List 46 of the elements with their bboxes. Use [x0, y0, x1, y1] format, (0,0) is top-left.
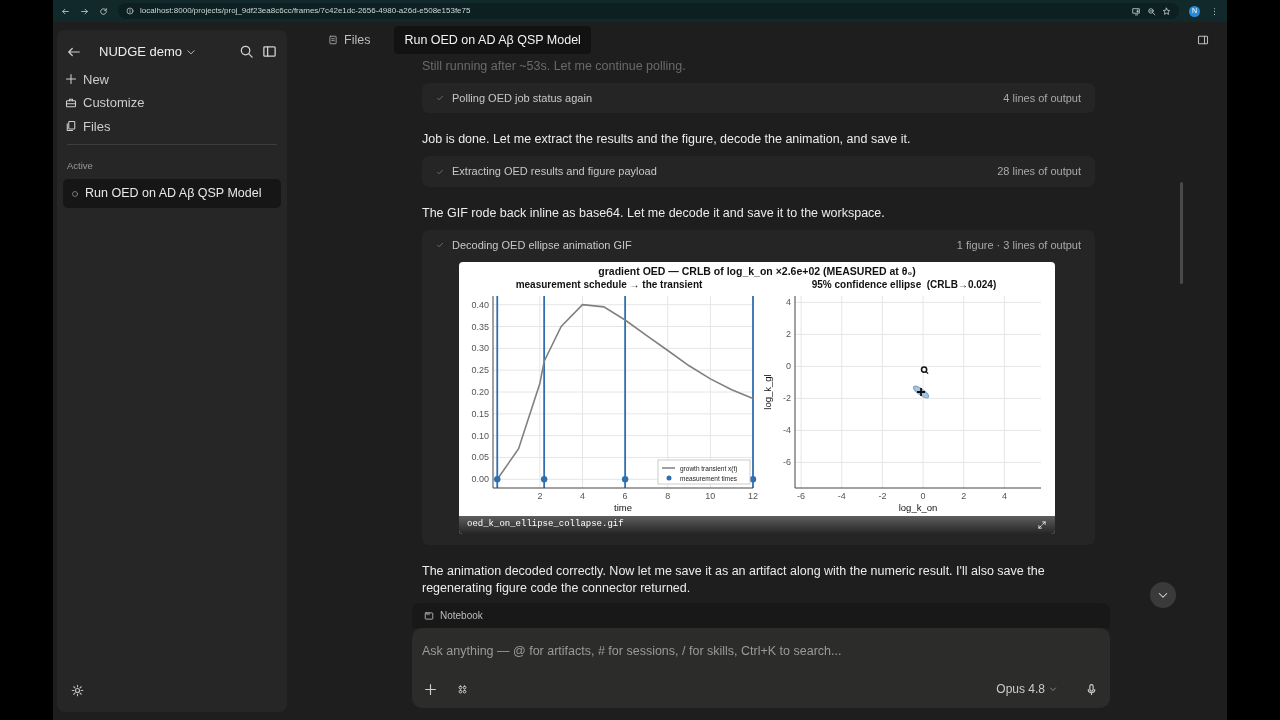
- file-name: oed_k_on_ellipse_collapse.gif: [467, 518, 624, 532]
- tick-label: 4: [786, 297, 791, 308]
- tick-label: 0.15: [471, 409, 489, 419]
- section-label: Active: [66, 159, 94, 173]
- tick-label: 0.40: [471, 299, 489, 310]
- tick-label: -2: [783, 393, 791, 404]
- message-text: The animation decoded correctly. Now let me save it as an artifact along with the numeric result. I'll also save the regenerating figure code the connector returned.: [422, 563, 1046, 597]
- tick-label: 10: [705, 491, 716, 502]
- chart-title: measurement schedule → the transient: [514, 278, 704, 293]
- tick-label: -4: [783, 425, 791, 436]
- tick-label: 8: [665, 491, 671, 502]
- message-text: Job is done. Let me extract the results and the figure, decode the animation, and save it.: [422, 131, 912, 149]
- url-text: localhost:8000/projects/proj_9df23ea8c6cc/frames/7c42e1dc-2656-4980-a26d-e508e153fe75: [140, 5, 471, 17]
- tick-label: 12: [748, 491, 758, 502]
- axis-label: time: [614, 502, 632, 514]
- tick-label: 0.05: [471, 452, 489, 463]
- tool-call-label: Extracting OED results and figure payload: [452, 164, 657, 180]
- tool-call-label: Decoding OED ellipse animation GIF: [452, 237, 632, 253]
- tick-label: -2: [878, 491, 887, 502]
- tick-label: -6: [797, 491, 806, 502]
- output-summary: 4 lines of output: [1003, 90, 1081, 106]
- tick-label: 4: [1001, 491, 1007, 502]
- output-summary: 28 lines of output: [997, 164, 1081, 180]
- tick-label: 0.20: [471, 387, 489, 398]
- tick-label: 0.25: [471, 365, 489, 376]
- figure-title: gradient OED — CRLB of log_k_on ×2.6e+02 (MEASURED at θ₀): [597, 264, 917, 278]
- message-text: The GIF rode back inline as base64. Let me decode it and save it to the workspace.: [422, 204, 886, 222]
- tick-label: -4: [837, 491, 846, 502]
- tool-call-label: Polling OED job status again: [452, 90, 593, 106]
- tick-label: 2: [537, 491, 543, 502]
- axis-label: log_k_on: [898, 502, 938, 514]
- message-text: Still running after ~53s. Let me continue polling.: [422, 58, 687, 75]
- tick-label: 6: [622, 491, 628, 502]
- tick-label: 0: [920, 491, 926, 502]
- tick-label: 2: [786, 329, 791, 340]
- tick-label: 2: [961, 491, 967, 502]
- output-summary: 1 figure · 3 lines of output: [956, 237, 1081, 253]
- tick-label: 0.35: [471, 321, 489, 332]
- tick-label: 0: [786, 361, 791, 372]
- chart-title: 95% confidence ellipse (CRLB→0.024): [810, 278, 998, 293]
- axis-label: log_k_gl: [762, 374, 773, 410]
- tick-label: -6: [783, 457, 791, 468]
- tick-label: 0.10: [471, 430, 489, 441]
- tick-label: 4: [580, 491, 585, 502]
- tick-label: 0.00: [471, 474, 489, 485]
- tick-label: 0.30: [471, 343, 489, 354]
